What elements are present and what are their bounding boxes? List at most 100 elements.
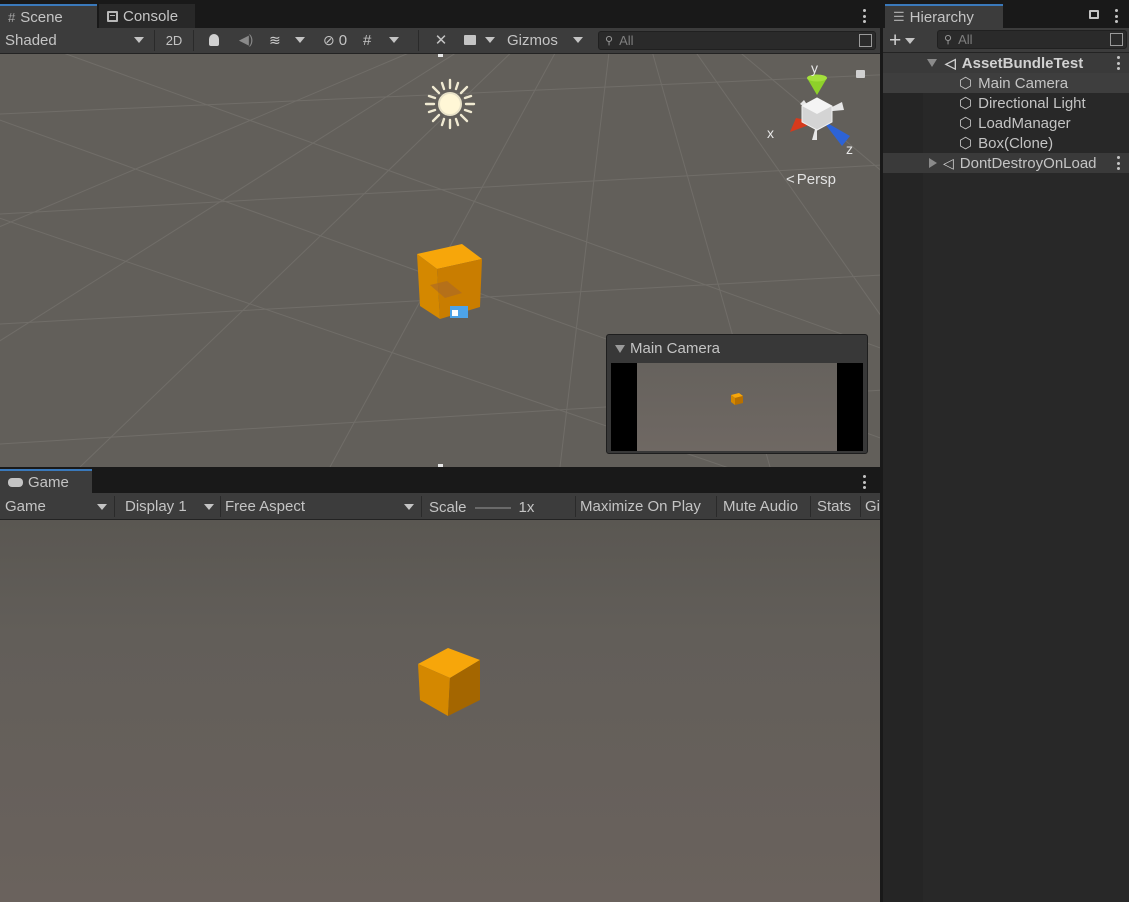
projection-label: Persp xyxy=(796,171,836,188)
create-dropdown[interactable]: + xyxy=(889,30,916,51)
triangle-down-icon xyxy=(615,344,625,353)
maximize-on-play-label: Maximize On Play xyxy=(580,498,701,515)
stats-label: Stats xyxy=(817,498,852,515)
hierarchy-splitter[interactable] xyxy=(880,0,883,902)
projection-toggle[interactable]: < Persp xyxy=(786,171,836,188)
directional-light-icon xyxy=(424,78,476,130)
tab-hierarchy[interactable]: ☰ Hierarchy xyxy=(885,4,1003,28)
gameobject-cube-icon: ⬡ xyxy=(959,135,973,152)
hierarchy-item-directional-light[interactable]: ⬡ Directional Light xyxy=(883,93,1129,113)
gameobject-cube-icon: ⬡ xyxy=(959,115,973,132)
chevron-down-icon xyxy=(97,503,107,510)
aspect-label: Free Aspect xyxy=(225,498,306,515)
2d-label: 2D xyxy=(165,32,183,48)
grid-snap-dropdown[interactable]: # xyxy=(358,28,410,52)
scene-toolbar: Shaded 2D ◀) ≋ ⊘ 0 # ✕ Gizmos ⚲ All xyxy=(0,28,880,54)
audio-toggle-button[interactable]: ◀) xyxy=(232,28,260,52)
chevron-down-icon xyxy=(134,37,144,43)
camera-preview[interactable]: Main Camera xyxy=(606,334,868,454)
scene-panel-menu-icon[interactable] xyxy=(857,8,871,24)
triangle-right-icon[interactable] xyxy=(929,158,937,168)
scene-visibility-toggle[interactable]: ⊘ 0 xyxy=(318,28,356,52)
preview-cube xyxy=(731,393,743,405)
unity-scene-icon: ◁ xyxy=(945,54,956,71)
axis-label-x: x xyxy=(767,125,774,141)
scene-name: AssetBundleTest xyxy=(961,54,1084,72)
mute-audio-label: Mute Audio xyxy=(723,498,799,515)
axis-label-y: y xyxy=(811,60,818,76)
hierarchy-item-label: LoadManager xyxy=(978,114,1071,132)
gizmos-button[interactable]: Gizmos xyxy=(502,28,566,52)
game-gizmos-label: Gi xyxy=(865,498,880,515)
hierarchy-gutter xyxy=(883,53,923,902)
hidden-count: 0 xyxy=(338,31,348,49)
game-toolbar: Game Display 1 Free Aspect Scale 1x Maxi… xyxy=(0,493,880,520)
eye-slash-icon: ⊘ xyxy=(323,31,335,48)
game-panel-menu-icon[interactable] xyxy=(857,474,871,490)
gamepad-icon xyxy=(8,477,23,487)
camera-preview-render xyxy=(611,363,863,451)
layers-icon: ≋ xyxy=(269,31,281,48)
maximize-on-play-toggle[interactable]: Maximize On Play xyxy=(575,493,716,520)
camera-preview-header[interactable]: Main Camera xyxy=(607,335,867,362)
search-icon: ⚲ xyxy=(944,34,953,46)
gizmos-label: Gizmos xyxy=(507,31,558,49)
hierarchy-menu-icon[interactable] xyxy=(1109,8,1123,24)
gizmos-dropdown[interactable] xyxy=(566,28,590,52)
scale-value: 1x xyxy=(518,499,535,516)
tab-game[interactable]: Game xyxy=(0,469,92,493)
hierarchy-scene-dontdestroyonload[interactable]: ◁ DontDestroyOnLoad xyxy=(883,153,1129,173)
stats-toggle[interactable]: Stats xyxy=(812,493,860,520)
effects-dropdown[interactable]: ≋ xyxy=(264,28,314,52)
hierarchy-item-box-clone[interactable]: ⬡ Box(Clone) xyxy=(883,133,1129,153)
unity-scene-icon: ◁ xyxy=(943,154,954,171)
lock-icon[interactable] xyxy=(1089,10,1099,19)
search-icon: ⚲ xyxy=(605,35,614,47)
mute-audio-toggle[interactable]: Mute Audio xyxy=(718,493,811,520)
speaker-icon: ◀) xyxy=(238,32,254,47)
console-icon xyxy=(107,10,118,22)
hierarchy-search-input[interactable]: ⚲ All xyxy=(937,30,1127,49)
chevron-down-icon xyxy=(294,37,305,43)
game-view-mode-label: Game xyxy=(5,498,46,515)
lock-icon[interactable] xyxy=(856,70,865,78)
chevron-down-icon xyxy=(573,37,583,43)
gameobject-cube-icon: ⬡ xyxy=(959,95,973,112)
lighting-toggle-button[interactable] xyxy=(200,28,228,52)
display-label: Display 1 xyxy=(125,498,187,515)
lightbulb-icon xyxy=(209,34,219,46)
tab-scene-label: Scene xyxy=(20,8,63,26)
game-viewport[interactable] xyxy=(0,520,880,902)
2d-toggle-button[interactable]: 2D xyxy=(158,28,190,52)
axis-label-z: z xyxy=(846,141,853,157)
chevron-down-icon xyxy=(389,37,400,43)
hierarchy-item-loadmanager[interactable]: ⬡ LoadManager xyxy=(883,113,1129,133)
shading-mode-dropdown[interactable]: Shaded xyxy=(0,28,152,52)
scene-search-input[interactable]: ⚲ All xyxy=(598,31,876,50)
scale-control[interactable]: Scale 1x xyxy=(424,493,574,522)
scale-slider[interactable] xyxy=(474,506,511,509)
list-icon: ☰ xyxy=(893,9,905,24)
game-view-mode-dropdown[interactable]: Game xyxy=(0,493,113,520)
scene-options-icon[interactable] xyxy=(1111,155,1125,171)
tab-console[interactable]: Console xyxy=(99,4,195,28)
game-gizmos-button[interactable]: Gi xyxy=(862,493,880,520)
camera-settings-dropdown[interactable] xyxy=(459,28,501,52)
gameobject-cube-icon: ⬡ xyxy=(959,75,973,92)
hierarchy-scene-assetbundletest[interactable]: ◁ AssetBundleTest xyxy=(883,53,1129,73)
hierarchy-panel: ☰ Hierarchy + ⚲ All ◁ AssetBundleTest ⬡ … xyxy=(883,0,1129,902)
shading-mode-label: Shaded xyxy=(5,31,57,49)
triangle-down-icon[interactable] xyxy=(927,59,937,67)
hierarchy-item-main-camera[interactable]: ⬡ Main Camera xyxy=(883,73,1129,93)
search-mode-icon[interactable] xyxy=(1110,33,1123,46)
hierarchy-item-label: Box(Clone) xyxy=(978,134,1054,152)
perspective-icon: < xyxy=(786,171,795,188)
scene-options-icon[interactable] xyxy=(1111,55,1125,71)
tab-scene[interactable]: # Scene xyxy=(0,4,97,28)
box-clone-cube xyxy=(417,244,482,319)
search-mode-icon[interactable] xyxy=(859,34,872,47)
display-dropdown[interactable]: Display 1 xyxy=(120,493,220,520)
tools-button[interactable]: ✕ xyxy=(427,28,455,52)
aspect-dropdown[interactable]: Free Aspect xyxy=(220,493,420,520)
game-tabbar xyxy=(0,469,880,493)
